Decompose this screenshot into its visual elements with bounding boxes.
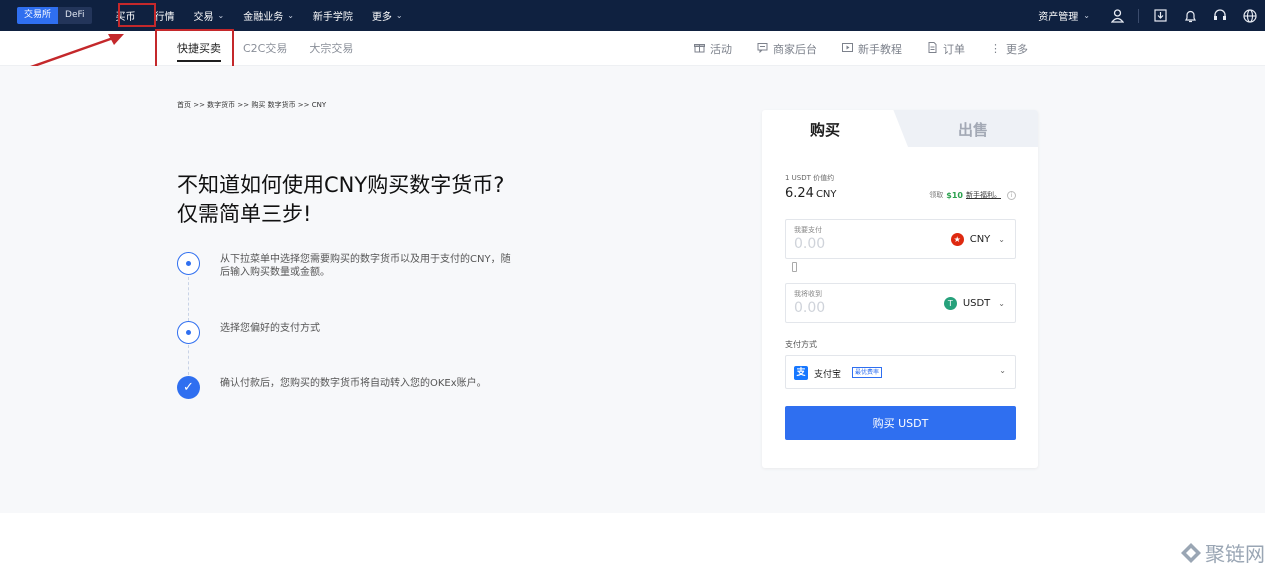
- step-dot-icon: [177, 252, 200, 275]
- chevron-down-icon: ⌄: [998, 299, 1005, 308]
- nav-trade[interactable]: 交易 ⌄: [194, 8, 225, 23]
- link-activity[interactable]: 活动: [694, 41, 732, 57]
- step-text: 选择您偏好的支付方式: [220, 323, 320, 334]
- pay-currency-select[interactable]: ★ CNY ⌄: [950, 233, 1005, 246]
- promo-prefix: 领取: [929, 191, 944, 199]
- step-text: 从下拉菜单中选择您需要购买的数字货币以及用于支付的CNY，随后输入购买数量或金额…: [220, 254, 511, 278]
- headline-line-1: 不知道如何使用CNY购买数字货币?: [177, 173, 505, 197]
- link-label: 更多: [1006, 42, 1028, 56]
- step-dot-icon: [177, 321, 200, 344]
- divider: [1138, 8, 1139, 23]
- step-text: 确认付款后，您购买的数字货币将自动转入您的OKEx账户。: [220, 378, 487, 389]
- buy-usdt-button[interactable]: 购买 USDT: [785, 406, 1016, 440]
- rate-label: 1 USDT 价值约: [785, 174, 835, 182]
- promo-amount: $10: [946, 190, 963, 200]
- chevron-down-icon: ⌄: [217, 11, 225, 20]
- top-right-tools: 资产管理 ⌄: [1038, 0, 1265, 31]
- chevron-down-icon: ⌄: [287, 11, 294, 20]
- page-headline: 不知道如何使用CNY购买数字货币? 仅需简单三步!: [177, 171, 504, 229]
- buy-sell-tabs: 购买 出售: [762, 110, 1038, 147]
- pay-amount-field[interactable]: 我要支付 0.00 ★ CNY ⌄: [785, 219, 1016, 259]
- chevron-down-icon: ⌄: [395, 11, 403, 20]
- link-label: 新手教程: [858, 42, 902, 56]
- step-connector: [188, 345, 189, 375]
- pay-method-name: 支付宝: [814, 370, 842, 380]
- tether-icon: T: [943, 297, 957, 310]
- platform-switch[interactable]: 交易所 DeFi: [17, 7, 92, 24]
- nav-label: 交易: [193, 12, 214, 23]
- receive-amount-field[interactable]: 我将收到 0.00 T USDT ⌄: [785, 283, 1016, 323]
- tab-sell-label[interactable]: 出售: [958, 119, 988, 140]
- rate-number: 6.24: [785, 186, 814, 201]
- user-icon[interactable]: [1102, 0, 1132, 31]
- rate-unit: CNY: [815, 189, 837, 200]
- swap-icon[interactable]: [792, 262, 797, 272]
- highlight-box-quick-trade: [155, 29, 234, 69]
- nav-label: 新手学院: [312, 12, 353, 23]
- nav-market[interactable]: 行情: [155, 8, 175, 23]
- chevron-down-icon: ⌄: [999, 366, 1006, 375]
- nav-finance[interactable]: 金融业务 ⌄: [243, 8, 294, 23]
- link-tutorial[interactable]: 新手教程: [842, 41, 902, 57]
- receive-currency-select[interactable]: T USDT ⌄: [943, 297, 1005, 310]
- chat-icon: [757, 42, 768, 56]
- best-rate-badge: 最优费率: [852, 367, 883, 378]
- tab-block-trade[interactable]: 大宗交易: [309, 31, 353, 66]
- nav-label: 更多: [371, 12, 392, 23]
- chevron-down-icon: ⌄: [998, 235, 1005, 244]
- breadcrumb: 首页 >> 数字货币 >> 购买 数字货币 >> CNY: [177, 101, 327, 109]
- watermark-text: 聚链网: [1205, 542, 1265, 566]
- asset-label: 资产管理: [1038, 12, 1079, 23]
- link-label: 商家后台: [773, 42, 817, 56]
- pay-amount-input[interactable]: 0.00: [794, 236, 825, 252]
- field-label: 我将收到: [794, 290, 822, 298]
- bell-icon[interactable]: [1175, 0, 1205, 31]
- headset-icon[interactable]: [1205, 0, 1235, 31]
- promo-link[interactable]: 新手福利。: [966, 190, 1001, 200]
- watermark: 聚链网: [1180, 538, 1265, 566]
- tab-buy-label[interactable]: 购买: [810, 119, 840, 140]
- more-vertical-icon: ⋮: [990, 42, 1001, 55]
- promo-bonus: 领取 $10 新手福利。 i: [929, 190, 1016, 200]
- china-flag-icon: ★: [950, 233, 964, 246]
- link-label: 活动: [710, 42, 732, 56]
- field-label: 我要支付: [794, 226, 822, 234]
- globe-icon[interactable]: [1235, 0, 1265, 31]
- main-nav: 买币 行情 交易 ⌄ 金融业务 ⌄ 新手学院 更多 ⌄: [116, 8, 422, 23]
- download-icon[interactable]: [1145, 0, 1175, 31]
- document-icon: [927, 41, 938, 56]
- step-connector: [188, 277, 189, 321]
- headline-line-2: 仅需简单三步!: [177, 202, 312, 226]
- currency-code: USDT: [962, 298, 991, 309]
- nav-label: 行情: [154, 12, 175, 23]
- rate-value: 6.24 CNY: [785, 186, 837, 201]
- pay-method-label: 支付方式: [785, 340, 817, 349]
- main-content-area: [0, 66, 1265, 513]
- check-circle-icon: ✓: [177, 376, 200, 399]
- tab-c2c[interactable]: C2C交易: [243, 31, 287, 66]
- gift-icon: [694, 42, 705, 56]
- link-merchant[interactable]: 商家后台: [757, 41, 817, 57]
- nav-label: 金融业务: [243, 12, 284, 23]
- receive-amount-input[interactable]: 0.00: [794, 300, 825, 316]
- chevron-down-icon: ⌄: [1083, 11, 1090, 20]
- nav-more[interactable]: 更多 ⌄: [372, 8, 403, 23]
- trade-card: 购买 出售 1 USDT 价值约 6.24 CNY 领取 $10 新手福利。 i …: [762, 110, 1038, 468]
- play-icon: [842, 42, 853, 56]
- nav-academy[interactable]: 新手学院: [313, 8, 353, 23]
- watermark-logo-icon: [1181, 542, 1201, 563]
- link-more[interactable]: ⋮ 更多: [990, 41, 1028, 57]
- info-icon[interactable]: i: [1007, 190, 1016, 200]
- asset-management-menu[interactable]: 资产管理 ⌄: [1038, 8, 1090, 23]
- pay-method-select[interactable]: 支 支付宝 最优费率 ⌄: [785, 355, 1016, 389]
- highlight-box-buy-coin: [118, 3, 156, 27]
- link-label: 订单: [943, 42, 965, 56]
- subnav-links: 活动 商家后台 新手教程 订单 ⋮ 更多: [694, 31, 1053, 66]
- switch-exchange[interactable]: 交易所: [17, 7, 59, 24]
- currency-code: CNY: [969, 234, 991, 245]
- switch-defi[interactable]: DeFi: [58, 7, 92, 24]
- link-orders[interactable]: 订单: [927, 41, 965, 57]
- top-navbar: 交易所 DeFi 买币 行情 交易 ⌄ 金融业务 ⌄ 新手学院 更多 ⌄ 资产管理 ⌄: [0, 0, 1265, 31]
- alipay-icon: 支: [794, 366, 808, 380]
